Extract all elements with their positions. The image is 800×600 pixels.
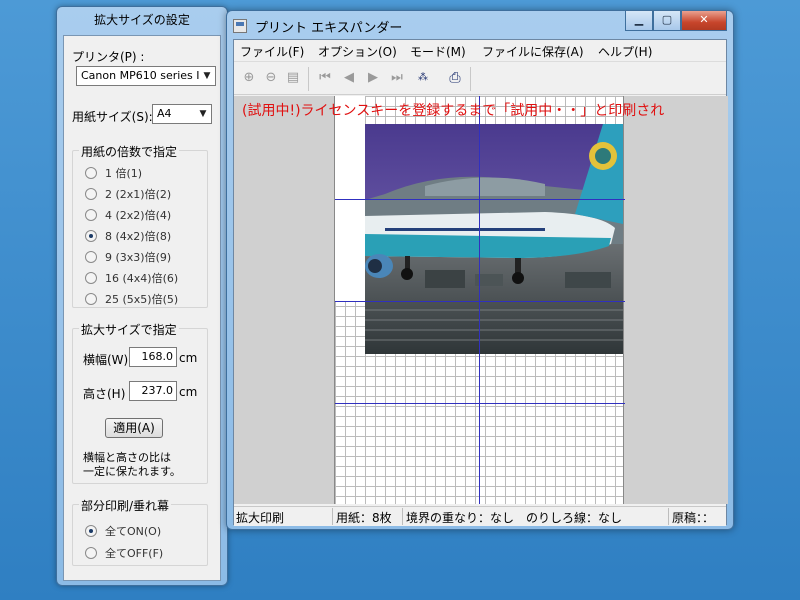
radio-multiple-25[interactable]: 25 (5x5)倍(5) — [85, 291, 178, 307]
radio-indicator — [85, 293, 97, 305]
radio-indicator — [85, 167, 97, 179]
chevron-down-icon: ▼ — [199, 109, 207, 119]
print-expander-window: プリント エキスパンダー ▁ ▢ ✕ ファイル(F) オプション(O) モード(… — [226, 10, 734, 530]
status-mode: 拡大印刷 — [236, 511, 285, 525]
radio-label: 4 (2x2)倍(4) — [105, 209, 172, 222]
size-group: 拡大サイズで指定 横幅(W) 168.0 cm 高さ(H) 237.0 cm 適… — [72, 321, 208, 484]
menu-bar: ファイル(F) オプション(O) モード(M) ファイルに保存(A) ヘルプ(H… — [234, 40, 726, 62]
width-input[interactable]: 168.0 — [129, 347, 177, 367]
radio-multiple-8[interactable]: 8 (4x2)倍(8) — [85, 228, 171, 244]
radio-label: 1 倍(1) — [105, 167, 143, 180]
next-page-icon[interactable]: ▶ — [364, 69, 382, 87]
status-separator — [332, 508, 333, 525]
menu-options[interactable]: オプション(O) — [318, 43, 397, 60]
window-title: プリント エキスパンダー — [255, 21, 403, 36]
radio-label: 25 (5x5)倍(5) — [105, 293, 179, 306]
toolbar-separator — [308, 67, 309, 91]
radio-label: 全てON(O) — [105, 525, 162, 538]
close-icon: ✕ — [699, 13, 709, 26]
radio-multiple-2[interactable]: 2 (2x1)倍(2) — [85, 186, 171, 202]
status-separator — [668, 508, 669, 525]
width-label: 横幅(W) — [83, 353, 129, 367]
status-overlap: 境界の重なり：なし — [406, 511, 515, 525]
preview-area[interactable]: (試用中!)ライセンスキーを登録するまで「試用中・・」と印刷され — [234, 96, 728, 504]
menu-file[interactable]: ファイル(F) — [240, 43, 304, 60]
radio-all-off[interactable]: 全てOFF(F) — [85, 545, 163, 561]
page-boundary-line — [479, 96, 480, 504]
paper-size-value: A4 — [157, 107, 172, 120]
radio-label: 2 (2x1)倍(2) — [105, 188, 172, 201]
status-separator — [402, 508, 403, 525]
multiple-group-title: 用紙の倍数で指定 — [79, 143, 180, 160]
printer-select[interactable]: Canon MP610 series I ▼ — [76, 66, 216, 86]
preview-photo — [365, 124, 623, 354]
printer-select-value: Canon MP610 series I — [81, 69, 200, 82]
radio-label: 9 (3x3)倍(9) — [105, 251, 172, 264]
first-page-icon[interactable]: ⏮ — [316, 69, 334, 87]
panel-body: プリンタ(P) : Canon MP610 series I ▼ 用紙サイズ(S… — [63, 35, 221, 581]
toolbar-separator — [470, 67, 471, 91]
page-icon[interactable]: ▤ — [284, 69, 302, 87]
partial-print-group: 部分印刷/垂れ幕 全てON(O) 全てOFF(F) — [72, 497, 208, 566]
maximize-button[interactable]: ▢ — [653, 11, 681, 31]
radio-multiple-9[interactable]: 9 (3x3)倍(9) — [85, 249, 171, 265]
trial-notice: (試用中!)ライセンスキーを登録するまで「試用中・・」と印刷され — [242, 103, 665, 119]
maximize-icon: ▢ — [661, 13, 673, 26]
radio-indicator-selected — [85, 525, 97, 537]
print-preview-page — [334, 96, 625, 504]
radio-indicator — [85, 272, 97, 284]
radio-label: 16 (4x4)倍(6) — [105, 272, 179, 285]
print-icon[interactable]: ⎙ — [446, 69, 464, 87]
panel-title: 拡大サイズの設定 — [94, 13, 190, 27]
paper-size-select[interactable]: A4 ▼ — [152, 104, 212, 124]
radio-multiple-1[interactable]: 1 倍(1) — [85, 165, 142, 181]
printer-label: プリンタ(P) : — [72, 50, 145, 64]
radio-indicator-selected — [85, 230, 97, 242]
height-unit: cm — [179, 385, 198, 399]
size-group-title: 拡大サイズで指定 — [79, 321, 179, 338]
height-label: 高さ(H) — [83, 387, 126, 401]
multiple-group: 用紙の倍数で指定 1 倍(1) 2 (2x1)倍(2) 4 (2x2)倍(4) … — [72, 143, 208, 308]
apply-button[interactable]: 適用(A) — [105, 418, 163, 438]
ratio-note-line2: 一定に保たれます。 — [83, 465, 181, 478]
radio-label: 8 (4x2)倍(8) — [105, 230, 172, 243]
page-boundary-line — [335, 301, 625, 302]
prev-page-icon[interactable]: ◀ — [340, 69, 358, 87]
page-boundary-line — [335, 199, 625, 200]
zoom-out-icon[interactable]: ⊖ — [262, 69, 280, 87]
radio-multiple-16[interactable]: 16 (4x4)倍(6) — [85, 270, 178, 286]
paper-size-label: 用紙サイズ(S): — [72, 110, 153, 124]
status-margin-line: のりしろ線：なし — [526, 511, 623, 525]
close-button[interactable]: ✕ — [681, 11, 727, 31]
menu-mode[interactable]: モード(M) — [410, 43, 466, 60]
minimize-button[interactable]: ▁ — [625, 11, 653, 31]
toolbar: ⊕ ⊖ ▤ ⏮ ◀ ▶ ⏭ ⁂ ⎙ — [234, 63, 726, 95]
chevron-down-icon: ▼ — [203, 71, 211, 81]
partial-print-group-title: 部分印刷/垂れ幕 — [79, 497, 172, 514]
window-client: ファイル(F) オプション(O) モード(M) ファイルに保存(A) ヘルプ(H… — [233, 39, 728, 526]
radio-indicator — [85, 209, 97, 221]
status-original: 原稿：： — [672, 511, 715, 525]
zoom-in-icon[interactable]: ⊕ — [240, 69, 258, 87]
last-page-icon[interactable]: ⏭ — [388, 69, 406, 87]
menu-save-to-file[interactable]: ファイルに保存(A) — [482, 43, 584, 60]
height-input[interactable]: 237.0 — [129, 381, 177, 401]
radio-indicator — [85, 547, 97, 559]
radio-multiple-4[interactable]: 4 (2x2)倍(4) — [85, 207, 171, 223]
width-unit: cm — [179, 351, 198, 365]
radio-indicator — [85, 251, 97, 263]
radio-all-on[interactable]: 全てON(O) — [85, 523, 161, 539]
minimize-icon: ▁ — [634, 13, 644, 26]
radio-indicator — [85, 188, 97, 200]
settings-icon[interactable]: ⁂ — [414, 69, 432, 87]
status-bar: 拡大印刷 用紙：8枚 境界の重なり：なし のりしろ線：なし 原稿：： — [234, 506, 726, 526]
radio-label: 全てOFF(F) — [105, 547, 164, 560]
status-paper-count: 用紙：8枚 — [336, 511, 392, 525]
page-boundary-line — [335, 403, 625, 404]
menu-help[interactable]: ヘルプ(H) — [598, 43, 652, 60]
app-icon — [233, 19, 247, 33]
expand-size-panel: 拡大サイズの設定 プリンタ(P) : Canon MP610 series I … — [56, 6, 228, 586]
